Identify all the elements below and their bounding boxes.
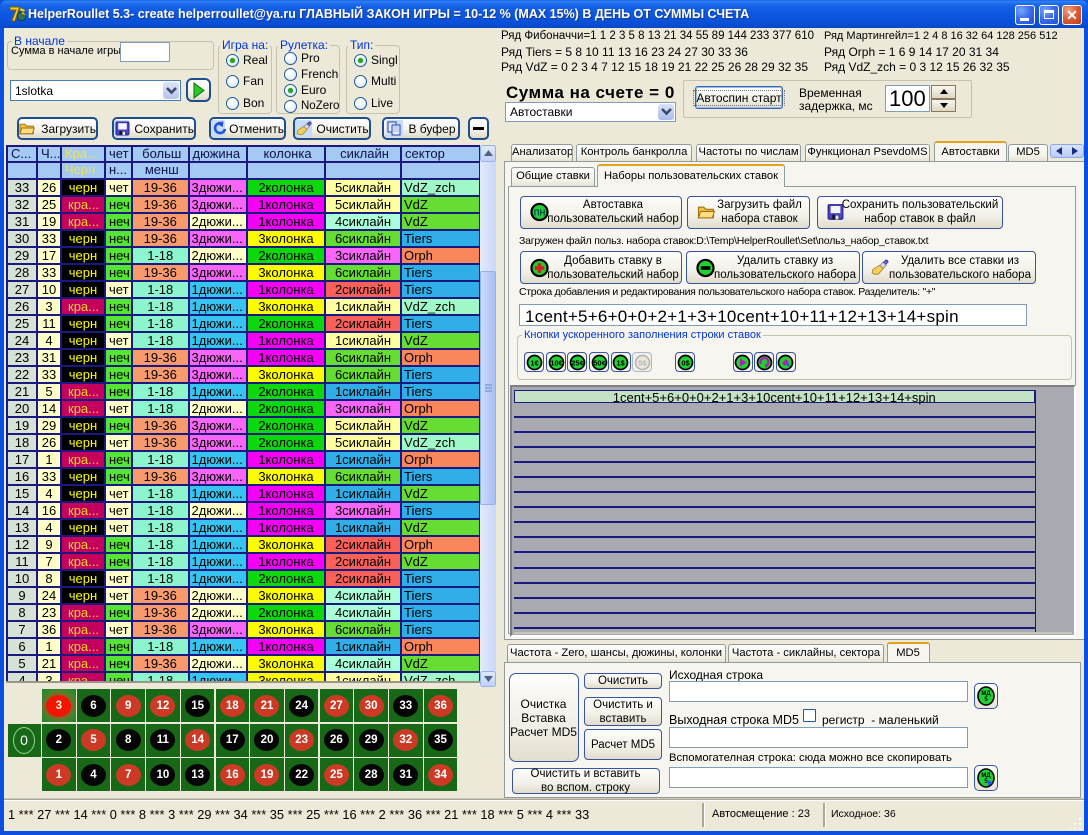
svg-text:0$: 0$ (681, 358, 690, 367)
svg-text:5$: 5$ (638, 358, 647, 367)
svg-text:ПН: ПН (534, 208, 546, 217)
svg-text:10€: 10€ (550, 358, 563, 367)
svg-text:1$: 1$ (616, 358, 625, 367)
svg-text:50¢: 50¢ (593, 358, 606, 367)
svg-text:25¢: 25¢ (571, 358, 584, 367)
svg-text:1€: 1€ (530, 358, 539, 367)
